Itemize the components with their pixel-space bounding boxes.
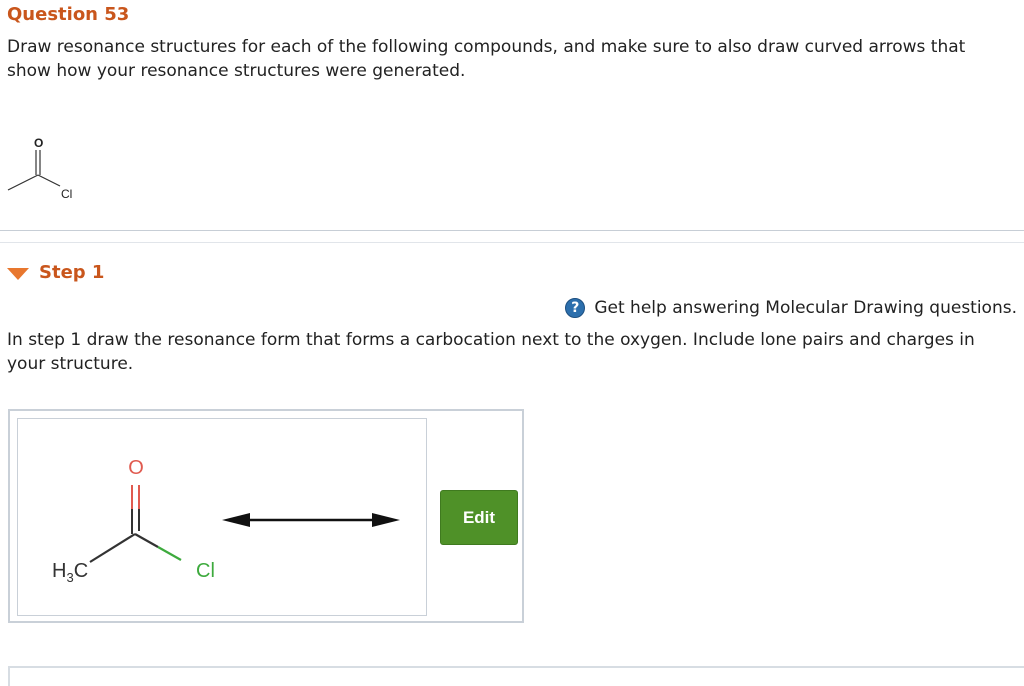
- drawn-methyl-subscript: 3: [66, 570, 73, 585]
- section-divider: [0, 230, 1024, 231]
- drawn-methyl-bond: [89, 533, 136, 563]
- resonance-arrow-left-head: [222, 513, 250, 527]
- question-title: Question 53: [7, 4, 130, 25]
- caret-down-icon[interactable]: [7, 267, 29, 280]
- drawing-canvas[interactable]: O H3C Cl: [17, 418, 427, 616]
- step-header[interactable]: Step 1: [7, 262, 104, 283]
- drawn-oxygen-label: O: [128, 457, 144, 479]
- molecule-chlorine-bond: [37, 174, 61, 187]
- drawn-methyl-h: H: [52, 560, 66, 582]
- drawn-chlorine-label: Cl: [196, 560, 215, 582]
- edit-button[interactable]: Edit: [440, 490, 518, 545]
- section-divider-secondary: [0, 242, 1024, 243]
- help-link-text[interactable]: Get help answering Molecular Drawing que…: [594, 298, 1017, 318]
- molecule-chlorine-label: Cl: [61, 187, 72, 201]
- help-link[interactable]: ? Get help answering Molecular Drawing q…: [565, 298, 1017, 318]
- question-text: Draw resonance structures for each of th…: [7, 37, 966, 81]
- resonance-arrow-right-head: [372, 513, 400, 527]
- drawn-structure: O H3C Cl: [52, 457, 400, 585]
- help-question-icon[interactable]: ?: [565, 298, 586, 318]
- molecule-methyl-bond: [7, 174, 39, 191]
- next-section-border: [8, 666, 1024, 686]
- drawn-chlorine-bond-dark: [134, 533, 159, 548]
- question-molecule: O Cl: [7, 136, 72, 201]
- drawn-methyl-label: H3C: [52, 560, 88, 585]
- step-title: Step 1: [39, 262, 105, 283]
- answer-panel: O H3C Cl Edit: [8, 409, 524, 623]
- drawn-chlorine-bond-green: [157, 546, 182, 561]
- step-instruction: In step 1 draw the resonance form that f…: [7, 330, 975, 374]
- molecule-oxygen-label: O: [34, 136, 43, 150]
- drawn-methyl-carbon: C: [74, 560, 88, 582]
